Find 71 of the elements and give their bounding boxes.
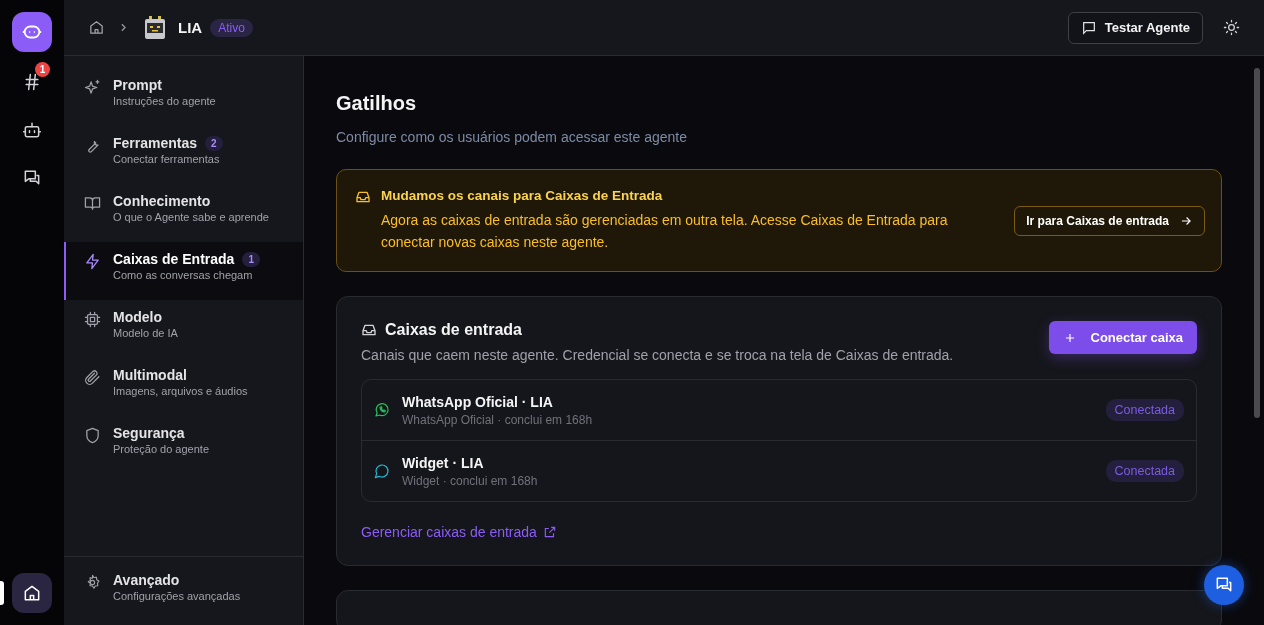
manage-inboxes-link[interactable]: Gerenciar caixas de entrada bbox=[361, 524, 557, 540]
inbox-row[interactable]: WhatsApp Oficial · LIA WhatsApp Oficial · conclui em 168h Conectada bbox=[362, 380, 1196, 440]
home-icon bbox=[22, 583, 42, 603]
nav-title: Caixas de Entrada bbox=[113, 251, 235, 267]
status-badge: Conectada bbox=[1105, 399, 1184, 421]
nav-title: Modelo bbox=[113, 309, 162, 325]
nav-subtitle: Imagens, arquivos e áudios bbox=[113, 385, 248, 397]
nav-title: Multimodal bbox=[113, 367, 187, 383]
chat-bubbles-icon bbox=[1214, 575, 1234, 595]
nav-subtitle: O que o Agente sabe e aprende bbox=[113, 211, 269, 223]
card-description: Canais que caem neste agente. Credencial se conecta e se troca na tela de Caixas de entrada. bbox=[361, 347, 954, 363]
nav-item[interactable]: Conhecimento O que o Agente sabe e aprende bbox=[64, 184, 303, 242]
chat-bubbles-icon bbox=[22, 168, 42, 188]
chip-icon bbox=[84, 311, 101, 328]
inbox-row[interactable]: Widget · LIA Widget · conclui em 168h Conectada bbox=[362, 440, 1196, 501]
home-button[interactable] bbox=[12, 573, 52, 613]
nav-title: Segurança bbox=[113, 425, 185, 441]
whatsapp-icon bbox=[374, 402, 390, 418]
inbox-icon bbox=[361, 322, 377, 338]
count-badge: 1 bbox=[242, 251, 260, 267]
notice-text: Agora as caixas de entrada são gerenciadas em outra tela. Acesse Caixas de Entrada para conectar novas caixas neste agente. bbox=[381, 211, 949, 252]
agent-name: LIA bbox=[178, 19, 203, 36]
inbox-detail: Widget · conclui em 168h bbox=[402, 473, 539, 488]
notification-badge: 1 bbox=[35, 62, 50, 77]
nav-subtitle: Proteção do agente bbox=[113, 443, 210, 455]
sparkles-icon bbox=[84, 79, 101, 96]
nav-title: Ferramentas bbox=[113, 135, 198, 151]
status-badge: Ativo bbox=[210, 18, 253, 37]
nav-subtitle: Conectar ferramentas bbox=[113, 153, 221, 165]
nav-subtitle: Instruções do agente bbox=[113, 95, 216, 107]
nav-item[interactable]: Modelo Modelo de IA bbox=[64, 300, 303, 358]
status-badge: Conectada bbox=[1105, 460, 1184, 482]
nav-item[interactable]: Segurança Proteção do agente bbox=[64, 416, 303, 474]
app-logo[interactable] bbox=[12, 12, 52, 52]
nav-item[interactable]: Prompt Instruções do agente bbox=[64, 68, 303, 126]
nav-item[interactable]: Multimodal Imagens, arquivos e áudios bbox=[64, 358, 303, 416]
inbox-name: Widget · LIA bbox=[402, 454, 485, 471]
test-agent-button[interactable]: Testar Agente bbox=[1067, 11, 1203, 44]
home-icon[interactable] bbox=[88, 19, 105, 36]
connect-inbox-button[interactable]: Conectar caixa bbox=[1048, 321, 1197, 354]
nav-title: Avançado bbox=[113, 572, 181, 588]
card-title: Caixas de entrada bbox=[385, 321, 522, 339]
robot-icon bbox=[22, 120, 42, 140]
nav-title: Conhecimento bbox=[113, 193, 211, 209]
inbox-icon bbox=[355, 189, 371, 205]
nav-title: Prompt bbox=[113, 77, 162, 93]
chat-button[interactable] bbox=[1204, 565, 1244, 605]
inbox-name: WhatsApp Oficial · LIA bbox=[402, 393, 554, 410]
nav-subtitle: Como as conversas chegam bbox=[113, 269, 254, 281]
robot-avatar-icon bbox=[142, 14, 168, 41]
nav-subtitle: Configurações avançadas bbox=[113, 590, 241, 602]
inbox-detail: WhatsApp Oficial · conclui em 168h bbox=[402, 412, 594, 427]
nav-item[interactable]: Avançado Configurações avançadas bbox=[64, 563, 303, 621]
nav-item[interactable]: Ferramentas 2 Conectar ferramentas bbox=[64, 126, 303, 184]
book-icon bbox=[84, 195, 101, 212]
sun-icon[interactable] bbox=[1223, 19, 1240, 36]
rail-button[interactable]: 1 bbox=[12, 62, 52, 102]
page-subtitle: Configure como os usuários podem acessar este agente bbox=[336, 129, 688, 145]
go-to-inboxes-button[interactable]: Ir para Caixas de entrada bbox=[1014, 205, 1205, 236]
chat-bubble-icon bbox=[374, 463, 390, 479]
external-link-icon bbox=[542, 525, 557, 539]
lightning-icon bbox=[84, 253, 101, 270]
count-badge: 2 bbox=[205, 135, 223, 151]
page-title: Gatilhos bbox=[336, 92, 417, 115]
hashtag-icon bbox=[22, 72, 42, 92]
nav-item[interactable]: Caixas de Entrada 1 Como as conversas chegam bbox=[64, 242, 303, 300]
shield-icon bbox=[84, 427, 101, 444]
nav-subtitle: Modelo de IA bbox=[113, 327, 178, 339]
notice-title: Mudamos os canais para Caixas de Entrada bbox=[381, 188, 664, 203]
paperclip-icon bbox=[84, 369, 101, 386]
active-indicator bbox=[0, 581, 4, 605]
